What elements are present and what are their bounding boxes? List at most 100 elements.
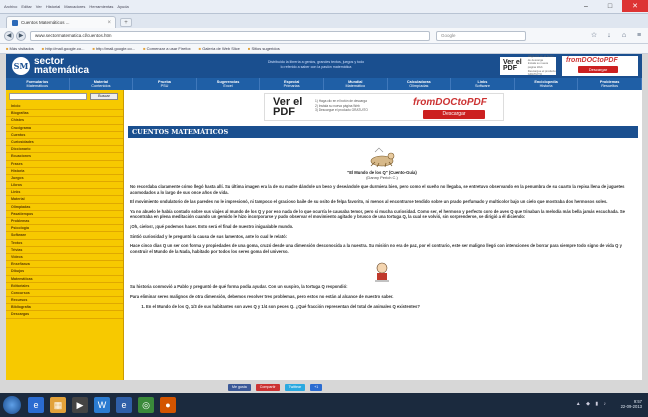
menu-ver[interactable]: Ver: [36, 4, 42, 9]
sidebar-item[interactable]: Editoriales: [6, 283, 123, 290]
bookmark-item[interactable]: Sitios sugeridos: [248, 46, 279, 51]
story-body: "El Mundo de los Q" (Cuento-Guía) (Danny…: [130, 140, 634, 309]
bookmark-item[interactable]: Comenzar a usar Firefox: [143, 46, 191, 51]
star-icon[interactable]: ☆: [589, 31, 599, 41]
logo-line-2: matemática: [34, 65, 90, 76]
folder-icon[interactable]: ▦: [50, 397, 66, 413]
topnav-item[interactable]: Problemas Resueltos: [578, 78, 642, 90]
toolbar-icons: ☆ ↓ ⌂ ≡: [589, 31, 644, 41]
header-ad-download-button[interactable]: Descargar: [578, 66, 618, 73]
sidebar-item[interactable]: Textos: [6, 240, 123, 247]
header-ad-pdf[interactable]: Ver el PDF Haga clic en el botón de desc…: [500, 54, 556, 76]
menu-icon[interactable]: ≡: [634, 31, 644, 41]
tweet-button[interactable]: Twittear: [284, 384, 306, 391]
main-content: Ver el PDF 1) Haga clic en el botón de d…: [124, 90, 642, 380]
topnav-item[interactable]: Calculadoras Olimpíadas: [388, 78, 452, 90]
close-icon[interactable]: ✕: [622, 0, 648, 12]
search-box[interactable]: Google: [436, 31, 526, 41]
site-logo[interactable]: SM sector matemática: [12, 57, 90, 76]
menu-archivo[interactable]: Archivo: [4, 4, 17, 9]
maximize-icon[interactable]: □: [598, 0, 622, 12]
topnav-item[interactable]: Links Software: [451, 78, 515, 90]
topnav-item[interactable]: Formularios Matemáticos: [6, 78, 70, 90]
sidebar-item[interactable]: Olimpiadas: [6, 204, 123, 211]
menu-historial[interactable]: Historial: [46, 4, 60, 9]
sidebar-item[interactable]: Inicio: [6, 103, 123, 111]
sidebar-item[interactable]: Concursos: [6, 290, 123, 298]
header-ad-brand[interactable]: fromDOCtoPDF Descargar: [562, 56, 638, 76]
sidebar-item[interactable]: Frases: [6, 161, 123, 168]
tab-close-icon[interactable]: ×: [107, 20, 111, 26]
url-bar[interactable]: www.sectormatematica.cl/cuentos.htm: [30, 31, 430, 41]
start-button-icon[interactable]: [3, 396, 21, 414]
topnav-item[interactable]: Enciclopedia Historia: [515, 78, 579, 90]
chrome-icon[interactable]: ◎: [138, 397, 154, 413]
sidebar-item[interactable]: Links: [6, 189, 123, 197]
like-button[interactable]: Me gusta: [228, 384, 251, 391]
sidebar-item[interactable]: Diccionario: [6, 146, 123, 154]
browser-app-icon[interactable]: e: [116, 397, 132, 413]
sidebar-item[interactable]: Videos: [6, 254, 123, 262]
sidebar-search-input[interactable]: [9, 93, 87, 100]
menu-herramientas[interactable]: Herramientas: [89, 4, 113, 9]
home-icon[interactable]: ⌂: [619, 31, 629, 41]
sidebar-item[interactable]: Dibujos: [6, 268, 123, 276]
sidebar-item[interactable]: Libros: [6, 182, 123, 190]
clock-date: 22-09-2013: [620, 404, 642, 410]
sidebar-item[interactable]: Crucigrama: [6, 125, 123, 132]
sidebar-item[interactable]: Trivias: [6, 247, 123, 254]
sidebar-item[interactable]: Bibliografía: [6, 304, 123, 312]
sidebar-item[interactable]: Software: [6, 232, 123, 240]
sidebar-item[interactable]: Ecuaciones: [6, 153, 123, 161]
sidebar-item[interactable]: Matemáticas: [6, 276, 123, 283]
menu-marcadores[interactable]: Marcadores: [64, 4, 85, 9]
minimize-icon[interactable]: –: [574, 0, 598, 12]
topnav-item[interactable]: Sugerencias Excel: [197, 78, 261, 90]
share-button[interactable]: Compartir: [255, 384, 280, 391]
topnav-sublabel: Software: [474, 83, 490, 88]
header-tagline: Distribuido la librería a genios, grande…: [267, 60, 365, 69]
topnav-item[interactable]: Material Contenidos: [70, 78, 134, 90]
bookmark-item[interactable]: http://mail.google.co...: [42, 46, 84, 51]
plus-one-button[interactable]: +1: [310, 384, 323, 391]
sidebar-search-button[interactable]: Buscar: [90, 93, 118, 100]
clock[interactable]: 9:57 22-09-2013: [621, 399, 642, 409]
bookmarks-bar: Más visitados http://mail.google.co... h…: [0, 44, 648, 54]
bookmark-item[interactable]: Más visitados: [6, 46, 34, 51]
sidebar-item[interactable]: Juegos: [6, 175, 123, 183]
download-icon[interactable]: ↓: [604, 31, 614, 41]
sidebar-search: Buscar: [6, 90, 123, 103]
menu-editar[interactable]: Editar: [21, 4, 31, 9]
sidebar-item[interactable]: Recursos: [6, 297, 123, 305]
topnav-item[interactable]: Mundial Matemático: [324, 78, 388, 90]
media-icon[interactable]: ▶: [72, 397, 88, 413]
word-icon[interactable]: W: [94, 397, 110, 413]
sidebar-item[interactable]: Biografías: [6, 110, 123, 118]
sidebar-item[interactable]: Enseñanza: [6, 261, 123, 269]
firefox-icon[interactable]: ●: [160, 397, 176, 413]
sidebar-item[interactable]: Curiosidades: [6, 139, 123, 147]
sidebar-item[interactable]: Problemas: [6, 218, 123, 226]
ad-title: Ver el PDF: [273, 97, 302, 118]
new-tab-button[interactable]: +: [120, 18, 132, 27]
tab-title: Cuentos Matemáticos ...: [21, 20, 70, 25]
ad-download-button[interactable]: Descargar: [423, 110, 485, 119]
sidebar-item[interactable]: Psicología: [6, 225, 123, 233]
sidebar-item[interactable]: Pasatiempos: [6, 211, 123, 218]
bookmark-item[interactable]: Galería de Web Slice: [199, 46, 240, 51]
browser-tab[interactable]: Cuentos Matemáticos ... ×: [6, 16, 116, 28]
sidebar-item[interactable]: Historia: [6, 168, 123, 175]
os-taskbar: e ▦ ▶ W e ◎ ● ▲ ◆ ▮ ♪ 9:57 22-09-2013: [0, 393, 648, 417]
forward-icon[interactable]: ▶: [16, 31, 26, 41]
pdf-ad-banner[interactable]: Ver el PDF 1) Haga clic en el botón de d…: [264, 93, 504, 121]
sidebar-item[interactable]: Chistes: [6, 117, 123, 125]
topnav-item[interactable]: Prueba PSU: [133, 78, 197, 90]
sidebar-item[interactable]: Descargas: [6, 311, 123, 319]
sidebar-item[interactable]: Cuentos: [6, 132, 123, 139]
menu-ayuda[interactable]: Ayuda: [117, 4, 128, 9]
sidebar-item[interactable]: Material: [6, 196, 123, 204]
back-icon[interactable]: ◀: [4, 31, 14, 41]
bookmark-item[interactable]: http://mail.google.co...: [92, 46, 135, 51]
ie-icon[interactable]: e: [28, 397, 44, 413]
topnav-item[interactable]: Especial Primarias: [260, 78, 324, 90]
